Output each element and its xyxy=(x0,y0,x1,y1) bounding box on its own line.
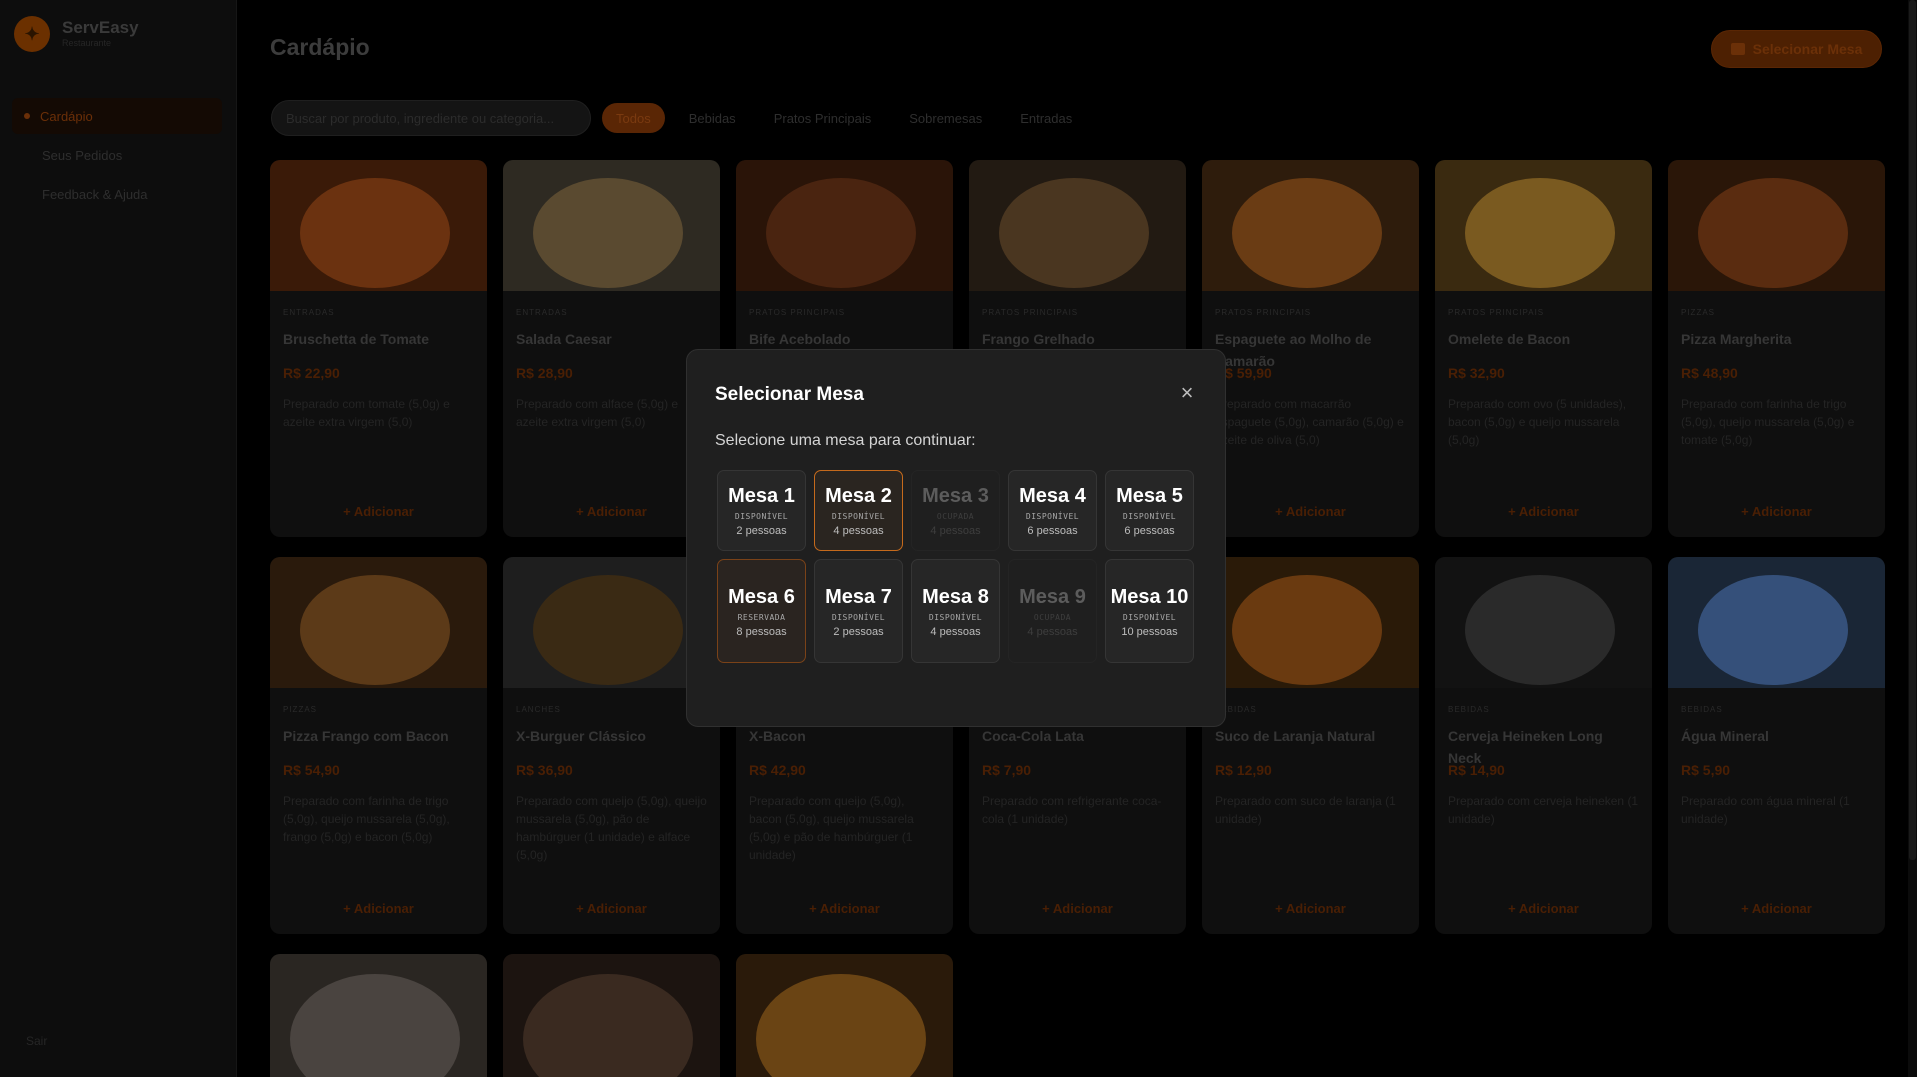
table-name: Mesa 5 xyxy=(1116,485,1183,507)
table-capacity: 2 pessoas xyxy=(833,625,884,638)
table-name: Mesa 3 xyxy=(922,485,989,507)
table-option-4[interactable]: Mesa 4 DISPONÍVEL 6 pessoas xyxy=(1008,470,1097,551)
table-status: DISPONÍVEL xyxy=(831,512,886,521)
table-capacity: 4 pessoas xyxy=(833,525,884,537)
table-status: OCUPADA xyxy=(936,512,975,521)
table-option-2[interactable]: Mesa 2 DISPONÍVEL 4 pessoas xyxy=(814,470,903,551)
table-option-9: Mesa 9 OCUPADA 4 pessoas xyxy=(1008,559,1097,663)
table-option-6[interactable]: Mesa 6 RESERVADA 8 pessoas xyxy=(717,559,806,663)
table-option-3: Mesa 3 OCUPADA 4 pessoas xyxy=(911,470,1000,551)
close-icon[interactable]: × xyxy=(1175,382,1199,406)
table-capacity: 4 pessoas xyxy=(930,625,981,638)
table-capacity: 4 pessoas xyxy=(930,525,981,537)
modal-title: Selecionar Mesa xyxy=(715,384,864,405)
table-name: Mesa 8 xyxy=(922,585,989,608)
table-capacity: 6 pessoas xyxy=(1027,525,1078,537)
table-name: Mesa 7 xyxy=(825,585,892,608)
table-option-5[interactable]: Mesa 5 DISPONÍVEL 6 pessoas xyxy=(1105,470,1194,551)
table-option-1[interactable]: Mesa 1 DISPONÍVEL 2 pessoas xyxy=(717,470,806,551)
table-option-10[interactable]: Mesa 10 DISPONÍVEL 10 pessoas xyxy=(1105,559,1194,663)
table-capacity: 2 pessoas xyxy=(736,525,787,537)
table-name: Mesa 2 xyxy=(825,485,892,507)
table-grid: Mesa 1 DISPONÍVEL 2 pessoas Mesa 2 DISPONÍVE… xyxy=(717,470,1194,663)
table-status: DISPONÍVEL xyxy=(1122,612,1177,622)
table-name: Mesa 6 xyxy=(728,585,795,608)
table-name: Mesa 9 xyxy=(1019,585,1086,608)
table-capacity: 8 pessoas xyxy=(736,625,787,638)
table-capacity: 4 pessoas xyxy=(1027,625,1078,638)
table-status: DISPONÍVEL xyxy=(1025,512,1080,521)
table-option-8[interactable]: Mesa 8 DISPONÍVEL 4 pessoas xyxy=(911,559,1000,663)
table-capacity: 6 pessoas xyxy=(1124,525,1175,537)
table-status: DISPONÍVEL xyxy=(734,512,789,521)
table-status: OCUPADA xyxy=(1033,612,1072,622)
table-status: RESERVADA xyxy=(737,612,786,622)
table-option-7[interactable]: Mesa 7 DISPONÍVEL 2 pessoas xyxy=(814,559,903,663)
table-name: Mesa 1 xyxy=(728,485,795,507)
select-table-modal: Selecionar Mesa × Selecione uma mesa par… xyxy=(686,349,1226,727)
table-name: Mesa 4 xyxy=(1019,485,1086,507)
modal-subtitle: Selecione uma mesa para continuar: xyxy=(715,432,976,449)
table-capacity: 10 pessoas xyxy=(1121,625,1178,638)
table-status: DISPONÍVEL xyxy=(831,612,886,622)
table-status: DISPONÍVEL xyxy=(928,612,983,622)
table-name: Mesa 10 xyxy=(1110,585,1189,608)
table-status: DISPONÍVEL xyxy=(1122,512,1177,521)
